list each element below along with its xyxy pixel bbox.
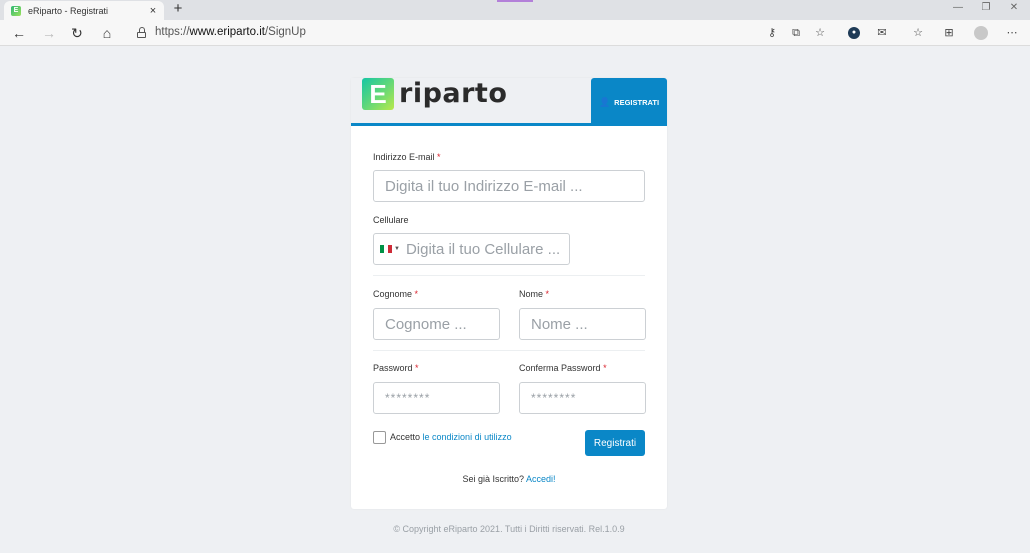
register-button[interactable]: Registrati <box>585 430 645 456</box>
already-registered: Sei già Iscritto? Accedi! <box>462 474 556 484</box>
back-icon[interactable]: ← <box>10 24 28 42</box>
share-icon[interactable]: ⧉ <box>788 25 804 41</box>
terms-link[interactable]: le condizioni di utilizzo <box>423 432 512 442</box>
window-accent-mark <box>497 0 533 2</box>
phone-placeholder: Digita il tuo Cellulare ... <box>405 240 561 258</box>
surname-placeholder: Cognome ... <box>385 315 467 333</box>
lock-icon[interactable] <box>137 27 146 38</box>
confirm-password-label: Conferma Password * <box>519 363 607 373</box>
logo-icon: E <box>362 78 394 110</box>
name-label: Nome * <box>519 289 550 299</box>
reload-icon[interactable]: ↻ <box>68 24 86 42</box>
italy-flag-icon <box>380 245 392 253</box>
favicon-icon: E <box>11 5 21 16</box>
new-tab-button[interactable]: + <box>170 0 186 17</box>
confirm-password-input[interactable]: ******** <box>519 382 646 414</box>
extension-mail-icon[interactable]: ✉ <box>874 25 890 41</box>
tab-close-icon[interactable]: × <box>146 5 160 17</box>
collections-icon[interactable]: ⊞ <box>941 25 957 41</box>
window-close-icon[interactable]: ✕ <box>1006 2 1022 13</box>
logo-text: riparto <box>399 78 508 109</box>
profile-avatar[interactable] <box>974 26 988 40</box>
email-placeholder: Digita il tuo Indirizzo E-mail ... <box>385 177 583 195</box>
phone-label: Cellulare <box>373 215 409 225</box>
more-icon[interactable]: ⋯ <box>1004 25 1020 41</box>
terms-checkbox[interactable] <box>373 431 386 444</box>
name-input[interactable]: Nome ... <box>519 308 646 340</box>
password-input[interactable]: ******** <box>373 382 500 414</box>
home-icon[interactable]: ⌂ <box>98 24 116 42</box>
footer-copyright: © Copyright eRiparto 2021. Tutti i Dirit… <box>393 524 625 534</box>
email-input[interactable]: Digita il tuo Indirizzo E-mail ... <box>373 170 645 202</box>
surname-input[interactable]: Cognome ... <box>373 308 500 340</box>
favorites-icon[interactable]: ☆ <box>910 25 926 41</box>
password-placeholder: ******** <box>385 391 431 405</box>
minimize-icon[interactable]: — <box>950 2 966 13</box>
extension-icon[interactable]: ● <box>848 27 860 39</box>
password-label: Password * <box>373 363 419 373</box>
caret-down-icon: ▼ <box>394 246 400 252</box>
login-link[interactable]: Accedi! <box>526 474 556 484</box>
url-path: /SignUp <box>264 26 306 38</box>
forward-icon[interactable]: → <box>40 24 58 42</box>
terms-text: Accetto le condizioni di utilizzo <box>390 432 512 442</box>
browser-tab[interactable]: E eRiparto - Registrati × <box>4 1 164 20</box>
url-prefix: https:// <box>155 26 190 38</box>
tab-registrati-label: REGISTRATI <box>614 97 660 107</box>
divider <box>373 275 645 276</box>
country-selector[interactable]: ▼ <box>380 245 400 253</box>
key-icon[interactable]: ⚷ <box>764 25 780 41</box>
email-label: Indirizzo E-mail * <box>373 152 441 162</box>
signup-card: E riparto 👤 REGISTRATI Indirizzo E-mail … <box>351 78 667 509</box>
surname-label: Cognome * <box>373 289 419 299</box>
tab-title: eRiparto - Registrati <box>28 5 109 16</box>
phone-input[interactable]: ▼ Digita il tuo Cellulare ... <box>373 233 570 265</box>
divider <box>373 350 645 351</box>
browser-tabbar: E eRiparto - Registrati × + — ❐ ✕ <box>0 0 1030 20</box>
user-plus-icon: 👤 <box>598 96 611 107</box>
name-placeholder: Nome ... <box>531 315 588 333</box>
card-header: E riparto 👤 REGISTRATI <box>351 78 667 126</box>
url-domain: www.eriparto.it <box>189 26 265 38</box>
browser-toolbar: ← → ↻ ⌂ https://www.eriparto.it/SignUp ⚷… <box>0 20 1030 46</box>
favorite-add-icon[interactable]: ☆ <box>812 25 828 41</box>
tab-registrati[interactable]: 👤 REGISTRATI <box>591 78 667 126</box>
address-bar[interactable]: https://www.eriparto.it/SignUp <box>155 26 306 38</box>
confirm-password-placeholder: ******** <box>531 391 577 405</box>
restore-icon[interactable]: ❐ <box>978 2 994 13</box>
